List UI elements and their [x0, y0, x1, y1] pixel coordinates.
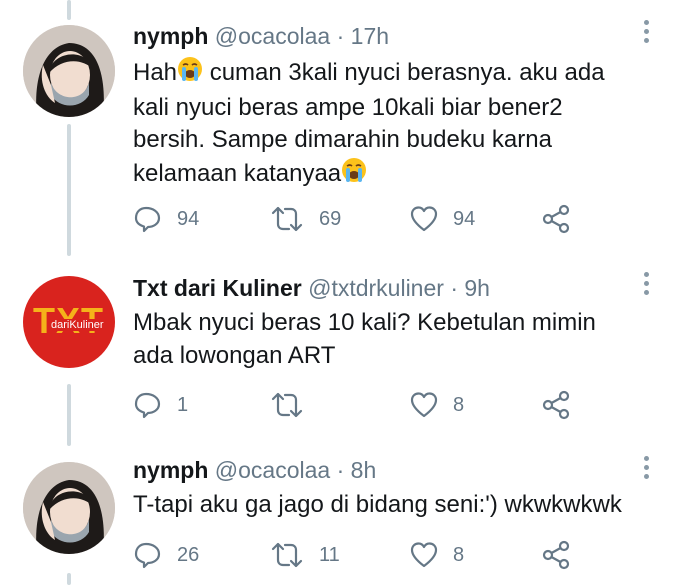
loudly-crying-face-icon	[341, 157, 367, 193]
retweet-button[interactable]: 69	[269, 204, 341, 234]
timestamp[interactable]: 9h	[464, 275, 490, 301]
display-name[interactable]: Txt dari Kuliner	[133, 275, 302, 301]
retweet-button[interactable]: 11	[269, 540, 340, 570]
heart-icon	[410, 542, 438, 568]
more-options-icon[interactable]	[644, 272, 650, 299]
logo-small-text: dariKuliner	[49, 319, 106, 331]
tweet-actions: 26 11 8	[133, 540, 603, 570]
reply-button[interactable]: 26	[133, 540, 199, 570]
handle[interactable]: @txtdrkuliner	[308, 275, 444, 301]
like-button[interactable]: 8	[409, 540, 464, 570]
heart-icon	[410, 206, 438, 232]
display-name[interactable]: nymph	[133, 457, 208, 483]
reply-button[interactable]: 94	[133, 204, 199, 234]
share-icon	[542, 390, 570, 420]
like-count: 8	[453, 393, 465, 416]
avatar[interactable]	[23, 25, 115, 117]
share-icon	[542, 204, 570, 234]
tweet[interactable]: nymph @ocacolaa · 8h T-tapi aku ga jago …	[0, 450, 680, 585]
tweet[interactable]: nymph @ocacolaa · 17h Hah cuman 3kali ny…	[0, 0, 680, 260]
like-count: 94	[453, 207, 476, 230]
reply-count: 1	[177, 393, 189, 416]
retweet-icon	[271, 542, 303, 568]
tweet-text: Mbak nyuci beras 10 kali? Kebetulan mimi…	[133, 309, 596, 369]
timestamp[interactable]: 17h	[351, 23, 389, 49]
loudly-crying-face-icon	[177, 56, 203, 92]
handle[interactable]: @ocacolaa	[215, 23, 330, 49]
timestamp[interactable]: 8h	[351, 457, 377, 483]
like-button[interactable]: 8	[409, 390, 464, 420]
share-button[interactable]	[541, 390, 573, 420]
heart-icon	[410, 392, 438, 418]
tweet-text-part: cuman 3kali nyuci berasnya. aku ada kali…	[133, 59, 605, 187]
avatar[interactable]	[23, 462, 115, 554]
reply-count: 26	[177, 543, 200, 566]
separator-dot: ·	[330, 23, 351, 49]
share-button[interactable]	[541, 540, 573, 570]
handle[interactable]: @ocacolaa	[215, 457, 330, 483]
tweet-text-part: Hah	[133, 59, 178, 87]
more-options-icon[interactable]	[644, 456, 650, 483]
retweet-count: 69	[319, 207, 342, 230]
profile-photo-icon	[23, 462, 115, 554]
share-button[interactable]	[541, 204, 573, 234]
tweet-actions: 1 8	[133, 390, 603, 420]
reply-button[interactable]: 1	[133, 390, 188, 420]
txt-dari-kuliner-logo: TXT dariKuliner	[29, 300, 109, 342]
share-icon	[542, 540, 570, 570]
like-count: 8	[453, 543, 465, 566]
retweet-count: 11	[319, 543, 340, 566]
reply-icon	[134, 542, 161, 569]
retweet-icon	[271, 206, 303, 232]
tweet-text: Hah cuman 3kali nyuci berasnya. aku ada …	[133, 56, 653, 192]
retweet-button[interactable]	[269, 390, 319, 420]
reply-count: 94	[177, 207, 200, 230]
separator-dot: ·	[330, 457, 351, 483]
separator-dot: ·	[443, 275, 465, 301]
reply-icon	[134, 206, 161, 233]
tweet-actions: 94 69 94	[133, 204, 603, 234]
profile-photo-icon	[23, 25, 115, 117]
avatar[interactable]: TXT dariKuliner	[23, 276, 115, 368]
retweet-icon	[271, 392, 303, 418]
more-options-icon[interactable]	[644, 20, 650, 47]
like-button[interactable]: 94	[409, 204, 475, 234]
display-name[interactable]: nymph	[133, 23, 208, 49]
reply-icon	[134, 392, 161, 419]
tweet[interactable]: TXT dariKuliner Txt dari Kuliner @txtdrk…	[0, 260, 680, 450]
tweet-text: T-tapi aku ga jago di bidang seni:') wkw…	[133, 491, 622, 518]
